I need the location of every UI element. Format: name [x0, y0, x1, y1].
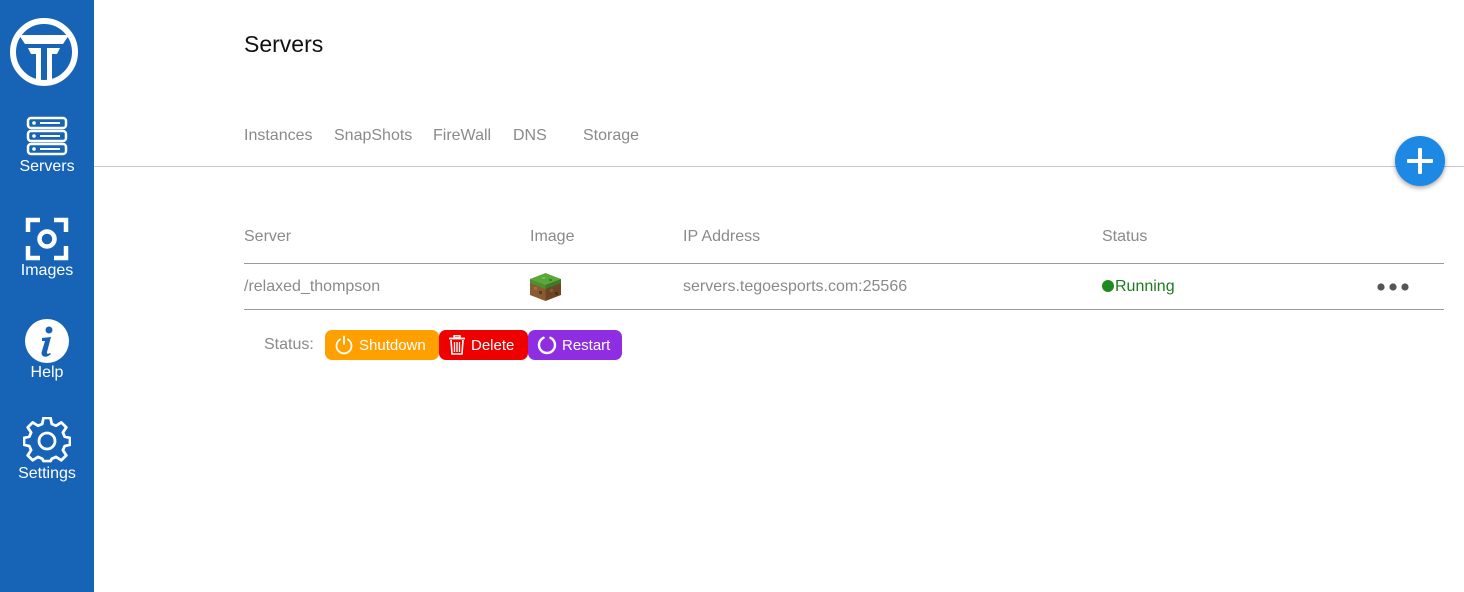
plus-icon: [1407, 148, 1433, 174]
sidebar-item-servers[interactable]: Servers: [0, 116, 94, 176]
shutdown-button[interactable]: Shutdown: [325, 330, 439, 360]
sidebar-item-label: Help: [30, 364, 64, 381]
restart-label: Restart: [562, 336, 611, 354]
tab-storage[interactable]: Storage: [583, 127, 639, 145]
tegoesports-logo[interactable]: [9, 17, 79, 87]
sidebar-item-images[interactable]: Images: [0, 216, 94, 280]
sidebar: Servers Images Help Settings: [0, 0, 94, 592]
column-header-ip-address[interactable]: IP Address: [683, 228, 760, 246]
delete-button[interactable]: Delete: [439, 330, 528, 360]
ip-address[interactable]: servers.tegoesports.com:25566: [683, 278, 907, 296]
status-indicator: Running: [1102, 278, 1175, 296]
gear-icon: [23, 417, 71, 463]
row-divider: [244, 309, 1444, 310]
sidebar-item-settings[interactable]: Settings: [0, 417, 94, 483]
server-stack-icon: [26, 116, 68, 156]
status-dot-icon: [1102, 280, 1114, 292]
sidebar-item-help[interactable]: Help: [0, 318, 94, 382]
trash-icon: [449, 335, 465, 355]
restart-button[interactable]: Restart: [528, 330, 622, 360]
server-name[interactable]: /relaxed_thompson: [244, 278, 380, 296]
column-header-status[interactable]: Status: [1102, 228, 1147, 246]
page-title: Servers: [244, 31, 324, 57]
more-horizontal-icon[interactable]: [1377, 282, 1409, 292]
power-icon: [335, 335, 353, 355]
sidebar-item-label: Servers: [19, 158, 75, 175]
tab-divider: [94, 166, 1464, 167]
tab-instances[interactable]: Instances: [244, 127, 312, 145]
status-text: Running: [1115, 278, 1175, 295]
actions-label: Status:: [264, 336, 314, 353]
table-row[interactable]: /relaxed_thompson servers.tegoesports.co…: [244, 264, 1444, 310]
main-content: Servers Instances SnapShots FireWall DNS…: [94, 0, 1464, 592]
restart-icon: [537, 336, 557, 355]
focus-camera-icon: [25, 217, 69, 261]
sidebar-item-label: Images: [20, 262, 74, 279]
column-header-image[interactable]: Image: [530, 228, 574, 246]
tab-firewall[interactable]: FireWall: [433, 127, 491, 145]
sidebar-item-label: Settings: [18, 465, 76, 482]
shutdown-label: Shutdown: [359, 336, 426, 354]
add-server-button[interactable]: [1395, 136, 1445, 186]
minecraft-grass-block-icon: [530, 273, 561, 301]
info-icon: [25, 319, 69, 363]
delete-label: Delete: [471, 336, 515, 354]
tab-snapshots[interactable]: SnapShots: [334, 127, 412, 145]
column-header-server[interactable]: Server: [244, 228, 291, 246]
tab-dns[interactable]: DNS: [513, 127, 547, 145]
